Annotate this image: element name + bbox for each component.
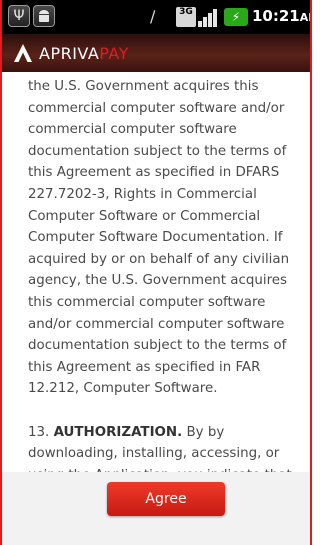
apriva-logo-icon (14, 44, 32, 62)
network-label: 3G (179, 7, 193, 17)
app-header: APRIVAPAY (2, 34, 310, 72)
section-heading: AUTHORIZATION. (53, 424, 183, 440)
section-number: 13. (28, 424, 50, 440)
brand-prefix: APRIVA (39, 44, 100, 63)
status-bar: Ψ ∕ 3G ⚡ 10:21AM (2, 0, 310, 34)
agreement-text[interactable]: the U.S. Government acquires this commer… (20, 72, 300, 472)
brand-name: APRIVAPAY (39, 44, 129, 63)
agreement-paragraph: 13. AUTHORIZATION. By by downloading, in… (28, 422, 292, 473)
footer: Agree (2, 472, 310, 545)
agreement-paragraph: the U.S. Government acquires this commer… (28, 79, 290, 397)
app-frame: Ψ ∕ 3G ⚡ 10:21AM APRIVAPAY the U.S. Gove… (0, 0, 312, 545)
brand-suffix: PAY (99, 44, 129, 63)
battery-icon: ⚡ (224, 8, 248, 26)
usb-icon: Ψ (8, 5, 30, 27)
agree-button[interactable]: Agree (107, 482, 225, 516)
signal-off-icon: ∕ (150, 7, 156, 26)
android-icon (33, 5, 55, 27)
signal-bars-icon (198, 7, 220, 27)
clock-time: 10:21 (252, 7, 300, 25)
clock-ampm: AM (299, 11, 310, 24)
network-3g-icon: 3G (176, 7, 196, 27)
clock: 10:21AM (252, 7, 310, 25)
